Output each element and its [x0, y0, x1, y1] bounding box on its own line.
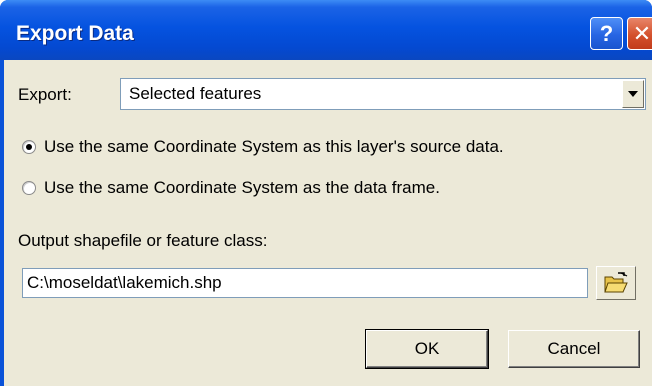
ok-button[interactable]: OK — [365, 329, 489, 369]
dropdown-arrow-button[interactable] — [622, 80, 644, 108]
close-button[interactable]: ✕ — [627, 17, 652, 50]
output-label: Output shapefile or feature class: — [18, 231, 268, 250]
help-icon: ? — [599, 20, 614, 46]
chevron-down-icon — [628, 91, 638, 97]
export-selected-value: Selected features — [129, 84, 262, 103]
dialog-title: Export Data — [16, 22, 134, 45]
option-source-coordinate-label[interactable]: Use the same Coordinate System as this l… — [44, 137, 504, 157]
dialog-body: Export: Selected features Use the same C… — [4, 60, 652, 386]
open-folder-icon — [604, 272, 628, 293]
output-path-input[interactable]: C:\moseldat\lakemich.shp — [22, 268, 588, 298]
help-button[interactable]: ? — [590, 17, 623, 50]
browse-button[interactable] — [596, 266, 636, 300]
export-dropdown[interactable]: Selected features — [120, 78, 646, 110]
export-label: Export: — [18, 85, 72, 104]
cancel-button[interactable]: Cancel — [508, 330, 640, 368]
radio-source-coordinate-system[interactable] — [22, 140, 36, 154]
radio-selected-dot — [26, 144, 32, 150]
output-path-value: C:\moseldat\lakemich.shp — [27, 273, 222, 292]
radio-data-frame-coordinate-system[interactable] — [22, 181, 36, 195]
option-data-frame-coordinate-label[interactable]: Use the same Coordinate System as the da… — [44, 178, 440, 198]
title-bar[interactable]: Export Data ? ✕ — [0, 0, 652, 60]
close-icon: ✕ — [632, 20, 652, 46]
export-data-dialog: Export Data ? ✕ Export: Selected feature… — [0, 0, 652, 386]
